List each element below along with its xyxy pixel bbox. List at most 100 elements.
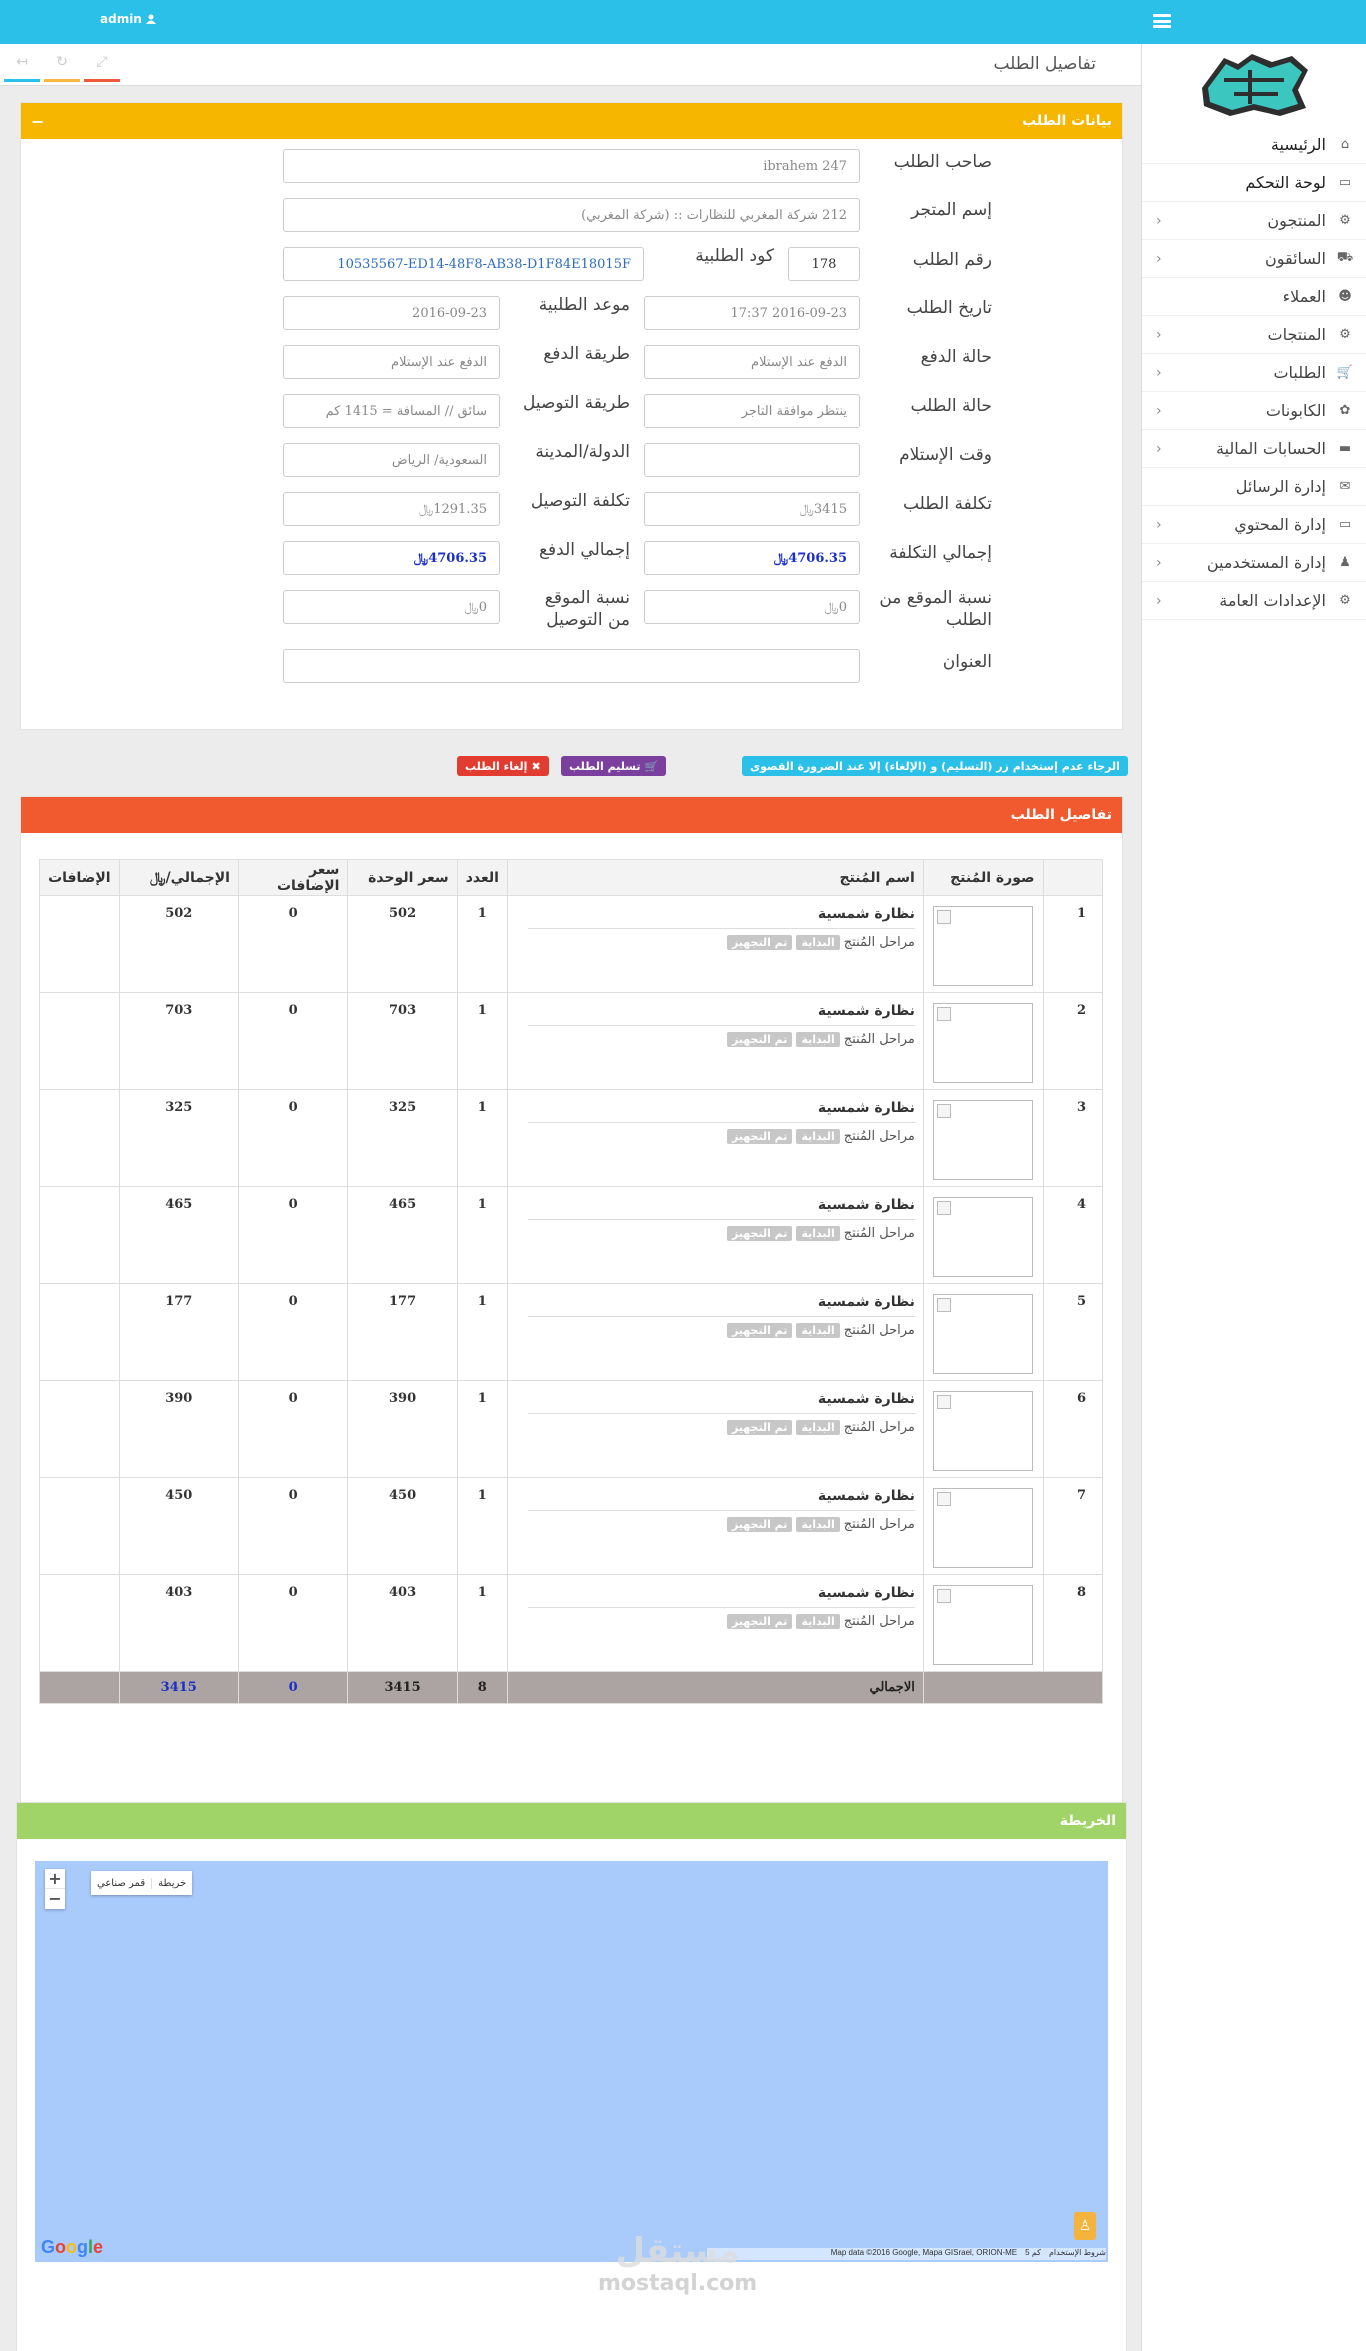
user-menu[interactable]: admin xyxy=(100,12,156,26)
store-field[interactable]: 212 شركة المغربي للنظارات :: (شركة المغر… xyxy=(283,198,860,232)
sidebar-item-label: الطلبات xyxy=(1273,363,1326,382)
product-name-cell: نظارة شمسية مراحل المُنتج البداية تم التجهي… xyxy=(506,1380,924,1478)
order-cost-field[interactable]: 3415 ﷼ xyxy=(644,492,860,526)
product-name[interactable]: نظارة شمسية xyxy=(527,1488,915,1511)
user-icon: ♟ xyxy=(1339,555,1351,570)
order-date-field[interactable]: 2016-09-23 17:37 xyxy=(644,296,860,330)
product-image[interactable] xyxy=(933,1294,1034,1374)
row-number-cell: 6 xyxy=(1042,1380,1104,1478)
cancel-order-button[interactable]: ✖ إلغاء الطلب xyxy=(457,756,549,776)
site-ratio-order-value: 0 xyxy=(838,599,847,615)
back-icon[interactable]: ↤ xyxy=(4,50,40,82)
sidebar-item[interactable]: ⌂ الرئيسية xyxy=(1142,126,1366,164)
stage-badge: تم التجهيز xyxy=(726,1129,793,1144)
column-header[interactable]: صورة المُنتج xyxy=(922,859,1044,896)
product-image[interactable] xyxy=(933,1003,1034,1083)
chevron-left-icon: ‹ xyxy=(1156,250,1162,267)
zoom-out-button[interactable]: − xyxy=(45,1889,65,1909)
stage-badge: تم التجهيز xyxy=(726,1226,793,1241)
column-header[interactable] xyxy=(1042,859,1104,896)
logo[interactable] xyxy=(1142,44,1366,126)
sidebar-item[interactable]: ▭ إدارة المحتوي ‹ xyxy=(1142,506,1366,544)
zoom-in-button[interactable]: + xyxy=(45,1869,65,1889)
column-header[interactable]: سعر الوحدة xyxy=(347,859,458,896)
order-code-field[interactable]: 178 xyxy=(788,247,860,281)
deliver-order-button[interactable]: 🛒 تسليم الطلب xyxy=(561,756,667,776)
product-name[interactable]: نظارة شمسية xyxy=(527,1197,915,1220)
total-paid-field[interactable]: 4706.35 ﷼ xyxy=(283,541,500,575)
collapse-icon[interactable]: − xyxy=(31,112,44,131)
product-stages-label: مراحل المُنتج xyxy=(843,1614,915,1629)
receipt-time-field[interactable] xyxy=(644,443,860,477)
product-name[interactable]: نظارة شمسية xyxy=(527,1585,915,1608)
product-image[interactable] xyxy=(933,1391,1034,1471)
cogs-icon: ⚙ xyxy=(1339,593,1351,608)
street-view-icon[interactable]: ♙ xyxy=(1074,2212,1096,2240)
appointment-field[interactable]: 2016-09-23 xyxy=(283,296,500,330)
extras-price-cell: 0 xyxy=(237,895,349,993)
deliver-order-label: تسليم الطلب xyxy=(569,759,641,773)
product-name-cell: نظارة شمسية مراحل المُنتج البداية تم التجهي… xyxy=(506,1089,924,1187)
product-image[interactable] xyxy=(933,906,1034,986)
product-stages-label: مراحل المُنتج xyxy=(843,1032,915,1047)
total-cost-field[interactable]: 4706.35 ﷼ xyxy=(644,541,860,575)
sidebar-item[interactable]: ⚙ المنتجون ‹ xyxy=(1142,202,1366,240)
order-number-field[interactable]: 10535567-ED14-48F8-AB38-D1F84E18015F xyxy=(283,247,644,281)
map-canvas[interactable]: + − خريطة قمر صناعي Google ♙ Map data ©2… xyxy=(35,1861,1108,2262)
total-cell: 390 xyxy=(118,1380,239,1478)
watermark-latin: mostaql.com xyxy=(598,2271,758,2296)
owner-field[interactable]: ibrahem 247 xyxy=(283,149,860,183)
product-image[interactable] xyxy=(933,1197,1034,1277)
product-image[interactable] xyxy=(933,1100,1034,1180)
map-type-map-button[interactable]: خريطة xyxy=(152,1878,192,1889)
map-terms-link[interactable]: شروط الإستخدام xyxy=(1049,2248,1106,2260)
sidebar-item[interactable]: ▬ الحسابات المالية ‹ xyxy=(1142,430,1366,468)
product-image[interactable] xyxy=(933,1488,1034,1568)
product-name[interactable]: نظارة شمسية xyxy=(527,1294,915,1317)
sidebar-item[interactable]: ▭ لوحة التحكم xyxy=(1142,164,1366,202)
column-header[interactable]: اسم المُنتج xyxy=(506,859,924,896)
sidebar-item[interactable]: ✉ إدارة الرسائل xyxy=(1142,468,1366,506)
order-status-field[interactable]: ينتظر موافقة التاجر xyxy=(644,394,860,428)
sidebar-item[interactable]: ✿ الكابونات ‹ xyxy=(1142,392,1366,430)
sidebar-item[interactable]: ⚙ الإعدادات العامة ‹ xyxy=(1142,582,1366,620)
sidebar-item[interactable]: ⛟ السائقون ‹ xyxy=(1142,240,1366,278)
column-header[interactable]: العدد xyxy=(456,859,508,896)
column-header[interactable]: الإجمالي/﷼ xyxy=(118,859,239,896)
product-name[interactable]: نظارة شمسية xyxy=(527,1003,915,1026)
site-ratio-order-field[interactable]: 0 ﷼ xyxy=(644,590,860,624)
menu-icon[interactable] xyxy=(1153,12,1171,30)
quantity-cell: 1 xyxy=(456,1574,508,1672)
address-field[interactable] xyxy=(283,649,860,683)
product-image-cell xyxy=(922,1089,1044,1187)
refresh-icon[interactable]: ↻ xyxy=(44,50,80,82)
payment-status-field[interactable]: الدفع عند الإستلام xyxy=(644,345,860,379)
order-date-label: تاريخ الطلب xyxy=(906,298,992,318)
delivery-method-field[interactable]: سائق // المسافة = 1415 كم xyxy=(283,394,500,428)
site-ratio-delivery-field[interactable]: 0 ﷼ xyxy=(283,590,500,624)
sidebar-item[interactable]: ⚙ المنتجات ‹ xyxy=(1142,316,1366,354)
delivery-cost-field[interactable]: 1291.35 ﷼ xyxy=(283,492,500,526)
product-name[interactable]: نظارة شمسية xyxy=(527,1100,915,1123)
sidebar-item[interactable]: ☻ العملاء xyxy=(1142,278,1366,316)
product-name[interactable]: نظارة شمسية xyxy=(527,1391,915,1414)
sidebar-item[interactable]: ♟ إدارة المستخدمين ‹ xyxy=(1142,544,1366,582)
city-field[interactable]: السعودية/ الرياض xyxy=(283,443,500,477)
payment-method-field[interactable]: الدفع عند الإستلام xyxy=(283,345,500,379)
order-status-label: حالة الطلب xyxy=(910,396,992,416)
sidebar-item[interactable]: 🛒 الطلبات ‹ xyxy=(1142,354,1366,392)
sidebar: ⌂ الرئيسية ▭ لوحة التحكم ⚙ المنتجون ‹ ⛟ السائقون… xyxy=(1141,44,1366,2351)
stage-badge: البداية xyxy=(796,1226,840,1241)
google-logo: Google xyxy=(41,2237,104,2257)
total-cost-label: إجمالي التكلفة xyxy=(889,543,992,563)
stage-badge: تم التجهيز xyxy=(726,1614,793,1629)
stage-badge: البداية xyxy=(796,1517,840,1532)
fullscreen-icon[interactable]: ⤢ xyxy=(84,50,120,82)
order-data-panel-header: بيانات الطلب − xyxy=(21,103,1122,139)
product-name[interactable]: نظارة شمسية xyxy=(527,906,915,929)
map-type-satellite-button[interactable]: قمر صناعي xyxy=(91,1877,153,1889)
product-image[interactable] xyxy=(933,1585,1034,1665)
column-header[interactable]: سعر الإضافات xyxy=(237,859,349,896)
column-header[interactable]: الإضافات xyxy=(39,859,120,896)
table-row: 6 نظارة شمسية مراحل المُنتج البداية تم التجه… xyxy=(39,1380,1104,1478)
